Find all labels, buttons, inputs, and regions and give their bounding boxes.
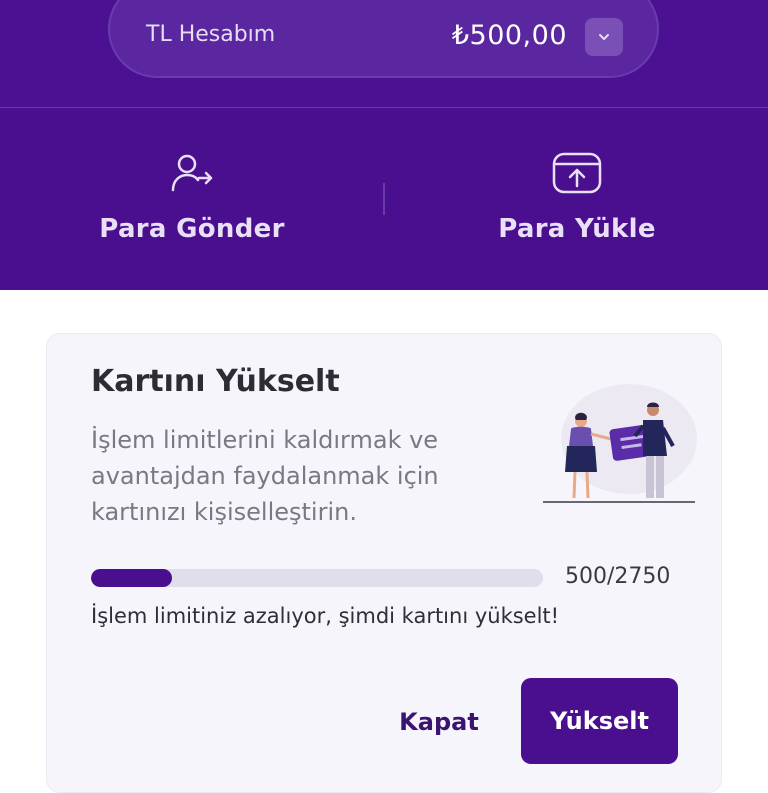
close-button[interactable]: Kapat <box>377 679 501 765</box>
load-money-action[interactable]: Para Yükle <box>447 150 707 244</box>
load-money-label: Para Yükle <box>498 214 656 244</box>
user-send-icon <box>169 154 215 200</box>
header-panel: TL Hesabım ₺500,00 Para Gönder Para Yükl… <box>0 0 768 290</box>
send-money-label: Para Gönder <box>99 214 285 244</box>
card-title: Kartını Yükselt <box>91 364 340 399</box>
limit-progress-fill <box>91 569 173 587</box>
send-money-action[interactable]: Para Gönder <box>62 150 322 244</box>
limit-progress-text: 500/2750 <box>565 564 671 589</box>
upgrade-button[interactable]: Yükselt <box>521 678 678 764</box>
card-description: İşlem limitlerini kaldırmak ve avantajda… <box>91 426 439 526</box>
chevron-down-icon[interactable] <box>585 18 623 56</box>
wallet-upload-icon <box>551 152 603 200</box>
account-balance: ₺500,00 <box>451 20 567 51</box>
account-section: TL Hesabım ₺500,00 <box>0 0 768 108</box>
card-upgrade-illustration <box>543 384 697 503</box>
limit-warning-text: İşlem limitiniz azalıyor, şimdi kartını … <box>91 604 560 628</box>
account-label: TL Hesabım <box>146 22 276 47</box>
limit-progress-bar <box>91 569 543 587</box>
upgrade-card: Kartını Yükselt İşlem limitlerini kaldır… <box>46 333 722 793</box>
account-selector[interactable]: TL Hesabım ₺500,00 <box>108 0 659 78</box>
actions-divider <box>383 183 385 215</box>
